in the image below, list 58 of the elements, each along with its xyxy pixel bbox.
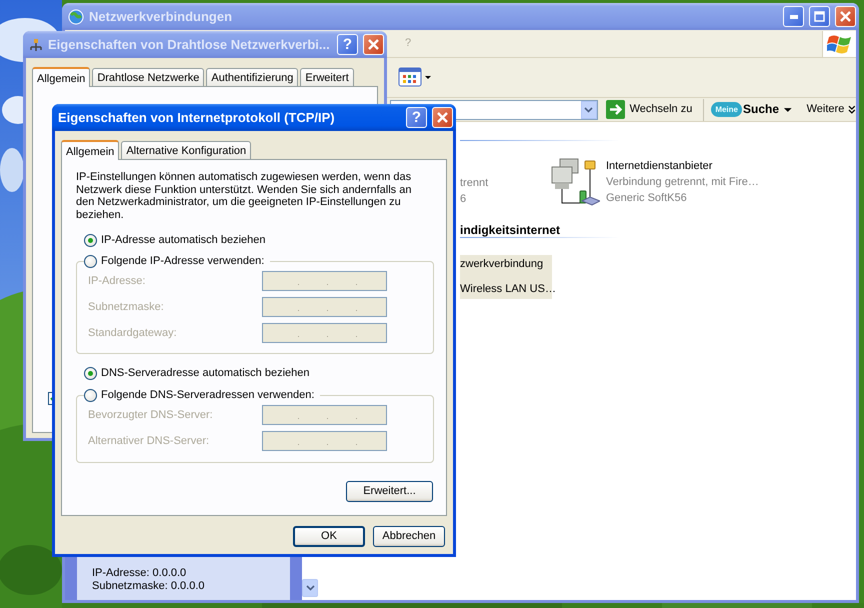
connection-status: trennt	[460, 176, 488, 190]
connection-item[interactable]: Internetdienstanbieter Verbindung getrennt, mit Fire… Generic SoftK56	[550, 157, 759, 209]
radio-button[interactable]	[84, 366, 97, 380]
tab[interactable]: Allgemein	[61, 140, 120, 160]
connection-item[interactable]: zwerkverbindung Wireless LAN US…	[460, 255, 552, 299]
tab[interactable]: Authentifizierung	[206, 68, 298, 86]
radio-label[interactable]: DNS-Serveradresse automatisch beziehen	[101, 366, 310, 380]
field-label: Subnetzmaske:	[88, 300, 165, 314]
close-icon	[368, 39, 379, 50]
minimize-icon	[790, 14, 798, 18]
close-icon	[437, 112, 448, 123]
search-logo[interactable]: Meine Suche	[711, 102, 779, 117]
views-icon[interactable]	[398, 66, 432, 88]
radio-button[interactable]	[84, 254, 97, 268]
close-button[interactable]	[363, 34, 384, 55]
chevron-down-icon	[306, 585, 314, 591]
field-label: Standardgateway:	[88, 326, 178, 340]
connection-status: Verbindung getrennt, mit Fire…	[606, 175, 759, 189]
intro-text: IP-Einstellungen können automatisch zugewiesen werden, wenn das Netzwerk diese Funktion unterstützt. Wenden Sie sich andernfalls an den Netzwerkadministrator, um die geeigneten IP-Einstellungen zu beziehen.	[76, 171, 412, 221]
caret-icon[interactable]	[783, 106, 793, 114]
globe-icon	[68, 8, 84, 24]
connection-status: 6	[460, 192, 468, 206]
close-button[interactable]	[432, 107, 453, 128]
close-button[interactable]	[835, 6, 856, 27]
maximize-icon	[814, 11, 825, 22]
tab[interactable]: Drahtlose Netzwerke	[92, 68, 204, 86]
details-text: IP-Adresse: 0.0.0.0	[92, 567, 188, 580]
help-button[interactable]: ?	[337, 34, 358, 55]
radio-label[interactable]: IP-Adresse automatisch beziehen	[101, 234, 266, 246]
field-label: Alternativer DNS-Server:	[88, 434, 210, 448]
scroll-down-button[interactable]	[302, 579, 318, 597]
more-button[interactable]: Weitere	[796, 103, 844, 116]
field-label: IP-Adresse:	[88, 274, 146, 288]
tab[interactable]: Alternative Konfiguration	[121, 141, 252, 159]
help-button[interactable]: ?	[406, 107, 427, 128]
ok-button[interactable]: OK	[293, 526, 365, 547]
radio-button[interactable]	[84, 388, 97, 402]
chevron-icon[interactable]	[848, 104, 856, 114]
windows-flag-icon	[826, 32, 852, 54]
connection-name: Internetdienstanbieter	[606, 159, 714, 173]
cancel-button[interactable]: Abbrechen	[373, 526, 445, 547]
tab[interactable]: Erweitert	[300, 68, 354, 86]
advanced-button[interactable]: Erweitert...	[346, 481, 433, 502]
details-text: Subnetzmaske: 0.0.0.0	[92, 580, 206, 593]
close-icon	[840, 11, 851, 22]
window-title: Eigenschaften von Drahtlose Netzwerkverbi...	[48, 38, 331, 51]
section-heading: indigkeitsinternet	[460, 224, 562, 237]
go-button[interactable]: Wechseln zu	[602, 100, 696, 119]
connection-status: Generic SoftK56	[606, 191, 688, 205]
go-label: Wechseln zu	[630, 103, 692, 116]
modem-connection-icon	[550, 157, 600, 207]
maximize-button[interactable]	[809, 6, 830, 27]
arrow-right-icon	[606, 100, 625, 119]
window-title: Eigenschaften von Internetprotokoll (TCP/IP)	[58, 111, 336, 124]
radio-button[interactable]	[84, 234, 97, 246]
field-label: Bevorzugter DNS-Server:	[88, 408, 214, 422]
minimize-button[interactable]	[783, 6, 804, 27]
window-title: Netzwerkverbindungen	[89, 10, 234, 23]
